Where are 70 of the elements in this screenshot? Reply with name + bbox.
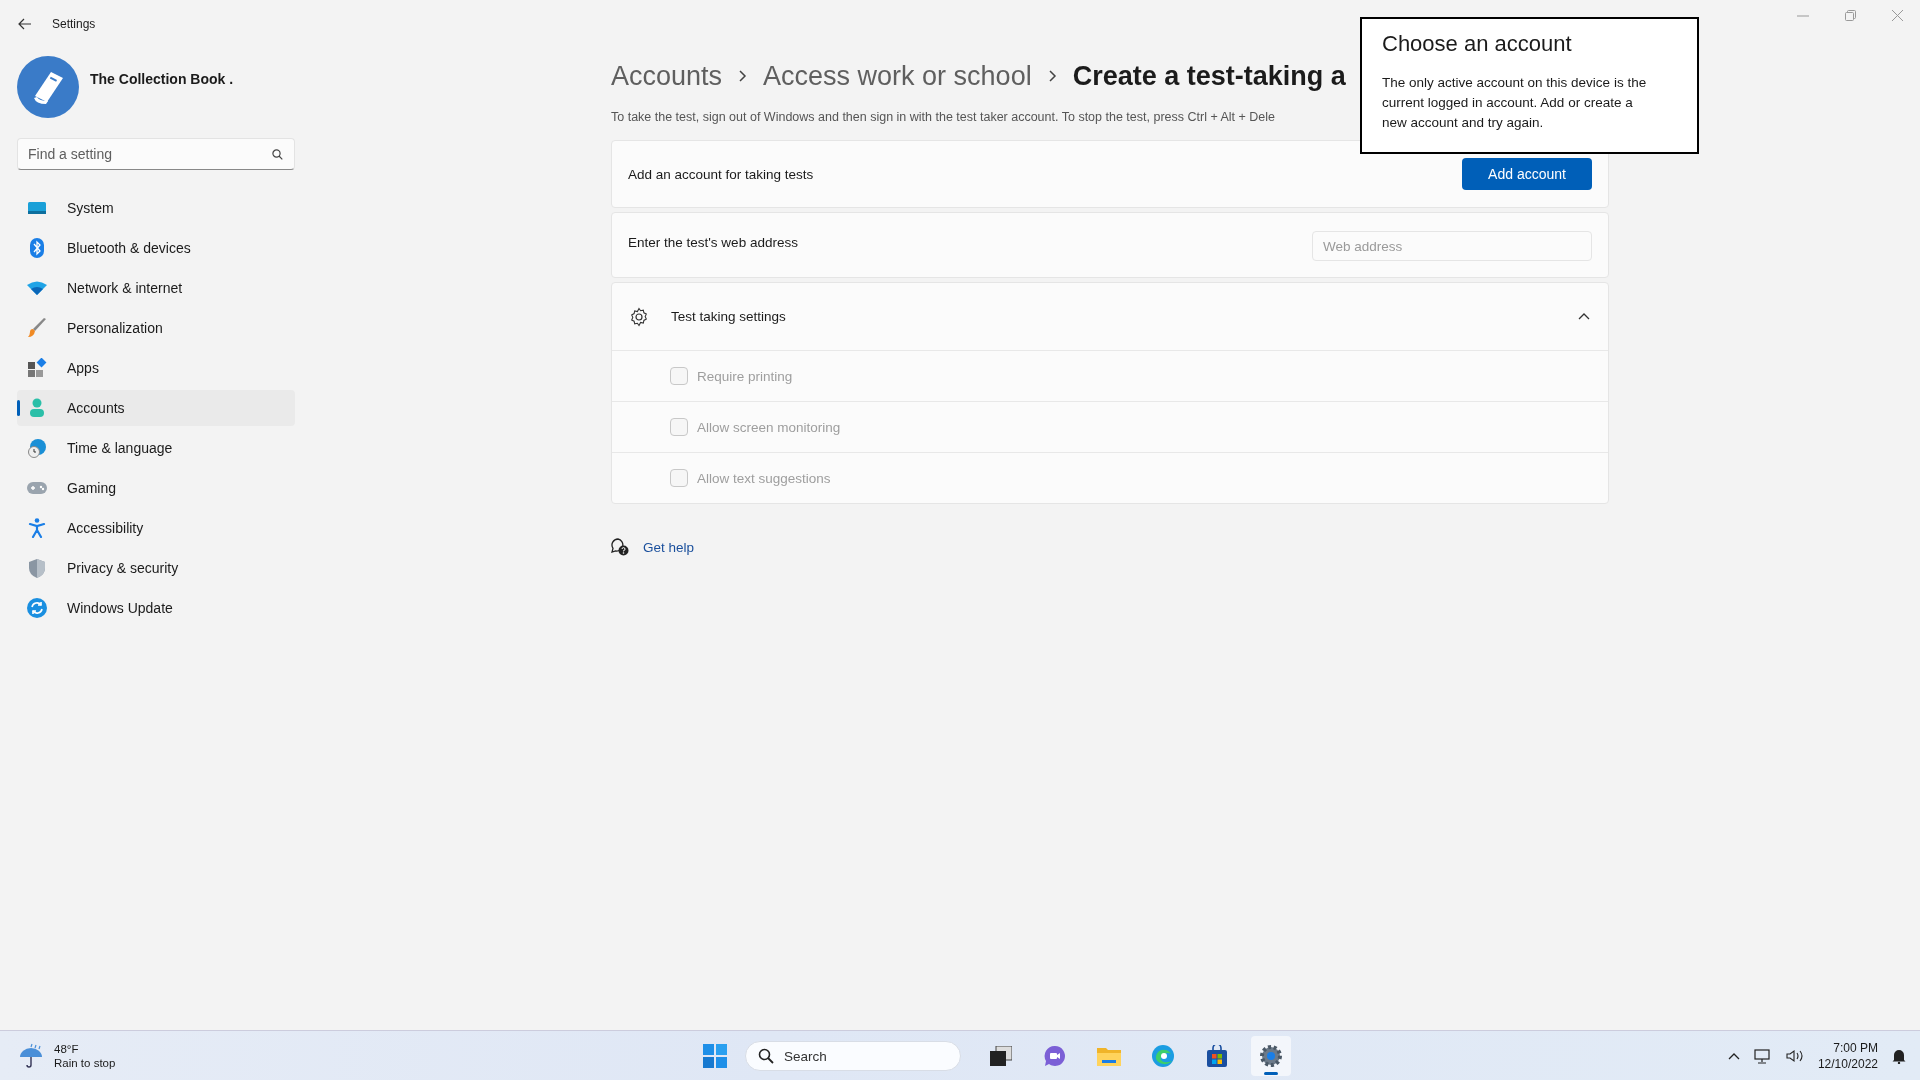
checkbox-label: Allow text suggestions <box>697 470 831 486</box>
card-label: Enter the test's web address <box>628 235 798 250</box>
chevron-up-icon[interactable] <box>1727 1052 1740 1060</box>
dialog-message: The only active account on this device is the current logged in account. Add or create a new account and try again. <box>1382 74 1648 132</box>
windows-stack-icon <box>990 1046 1012 1066</box>
dialog-title: Choose an account <box>1382 31 1573 57</box>
person-icon <box>27 398 47 418</box>
page-title: Create a test-taking a <box>1072 60 1346 92</box>
brush-icon <box>27 318 47 338</box>
search-icon <box>272 149 283 160</box>
restore-icon[interactable] <box>1845 10 1856 21</box>
nav-item[interactable]: Privacy & security <box>17 550 295 586</box>
apps-icon <box>27 358 47 378</box>
profile-name: The Collection Book . <box>90 71 234 87</box>
monitor-icon <box>27 200 47 216</box>
wifi-icon <box>27 281 47 295</box>
weather-text: Rain to stop <box>54 1056 116 1069</box>
folder-icon <box>1097 1046 1121 1066</box>
browser-icon <box>1152 1045 1174 1067</box>
chat-icon <box>1044 1045 1066 1067</box>
card-label: Add an account for taking tests <box>628 166 814 182</box>
checkbox-label: Allow screen monitoring <box>697 419 841 435</box>
group-title: Test taking settings <box>671 309 787 324</box>
web-address-field[interactable]: Web address <box>1312 231 1592 261</box>
clock-date[interactable]: 12/10/2022 <box>1817 1057 1878 1071</box>
chevron-up-icon <box>1578 313 1590 320</box>
taskbar-app[interactable] <box>1251 1036 1291 1076</box>
speaker-icon[interactable] <box>1785 1049 1804 1063</box>
clock-time[interactable]: 7:00 PM <box>1833 1041 1878 1055</box>
add-account-button[interactable]: Add account <box>1462 158 1592 190</box>
nav-item[interactable]: System <box>17 190 295 226</box>
rain-umbrella-icon[interactable] <box>18 1042 44 1069</box>
nav-item[interactable]: Bluetooth & devices <box>17 230 295 266</box>
search-placeholder: Search <box>784 1048 827 1064</box>
nav-item[interactable]: Accessibility <box>17 510 295 546</box>
checkbox-label: Require printing <box>697 368 793 384</box>
sync-icon <box>27 598 47 618</box>
chevron-right-icon <box>1047 69 1057 83</box>
nav-item[interactable]: Gaming <box>17 470 295 506</box>
nav-item[interactable]: Windows Update <box>17 590 295 626</box>
gear-icon <box>1259 1044 1283 1068</box>
settings-icon <box>629 306 649 327</box>
network-icon[interactable] <box>1753 1048 1772 1064</box>
globe-clock-icon <box>27 438 47 458</box>
nav-item[interactable]: Accounts <box>17 390 295 426</box>
find-setting-field[interactable]: Find a setting <box>17 138 295 170</box>
gamepad-icon <box>27 481 47 495</box>
expander-header[interactable]: Test taking settings <box>612 283 1608 350</box>
help-chat-icon <box>611 538 629 556</box>
nav-item[interactable]: Apps <box>17 350 295 386</box>
get-help-link[interactable]: Get help <box>643 539 695 555</box>
bell-icon[interactable] <box>1892 1048 1906 1064</box>
window-title: Settings <box>52 17 96 31</box>
back-icon[interactable] <box>18 18 32 30</box>
nav-item[interactable]: Network & internet <box>17 270 295 306</box>
taskbar-search-field[interactable]: Search <box>745 1041 961 1071</box>
shopping-bag-icon <box>1206 1045 1228 1067</box>
breadcrumb-link[interactable]: Accounts <box>611 60 723 92</box>
close-icon[interactable] <box>1892 10 1903 21</box>
search-icon <box>758 1048 774 1064</box>
shield-icon <box>27 558 47 578</box>
breadcrumb-link[interactable]: Access work or school <box>763 60 1032 92</box>
nav-item[interactable]: Time & language <box>17 430 295 466</box>
accessibility-icon <box>27 518 47 538</box>
nav-item[interactable]: Personalization <box>17 310 295 346</box>
start-icon[interactable] <box>703 1044 727 1068</box>
temperature-text: 48°F <box>54 1042 80 1055</box>
bluetooth-icon <box>27 238 47 258</box>
chevron-right-icon <box>738 69 748 83</box>
description-text: To take the test, sign out of Windows and then sign in with the test taker account. To stop the test, press Ctrl + Alt + Dele <box>611 110 1275 124</box>
